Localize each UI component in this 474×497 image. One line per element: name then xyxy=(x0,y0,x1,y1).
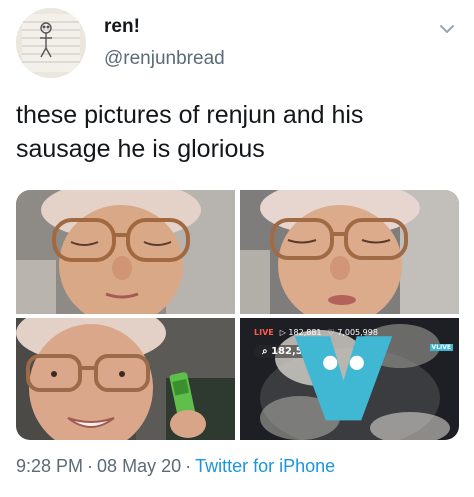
tweet-time[interactable]: 9:28 PM xyxy=(16,456,83,476)
tweet-text: these pictures of renjun and his sausage… xyxy=(16,101,364,163)
avatar[interactable] xyxy=(16,8,86,78)
doodle-avatar-icon xyxy=(16,8,86,78)
source-link[interactable]: Twitter for iPhone xyxy=(195,456,335,476)
photo-4[interactable]: LIVE ▷ 182,881 ♡ 7,005,998 ⌕ 182,598 VLIVE xyxy=(240,318,459,440)
tweet-meta: 9:28 PM · 08 May 20 · Twitter for iPhone xyxy=(16,456,335,477)
photo-3[interactable] xyxy=(16,318,235,440)
photo-1[interactable] xyxy=(16,190,235,314)
vlive-logo-icon xyxy=(294,336,393,421)
separator: · xyxy=(87,456,94,476)
tweet-date[interactable]: 08 May 20 xyxy=(97,456,181,476)
tweet-menu-button[interactable] xyxy=(436,18,458,40)
separator: · xyxy=(185,456,192,476)
photo-2[interactable] xyxy=(240,190,459,314)
photo-3-image xyxy=(16,318,235,440)
user-handle[interactable]: @renjunbread xyxy=(104,48,225,70)
chevron-down-icon xyxy=(440,25,454,33)
media-grid: LIVE ▷ 182,881 ♡ 7,005,998 ⌕ 182,598 VLIVE xyxy=(16,190,459,440)
photo-1-image xyxy=(16,190,235,314)
display-name[interactable]: ren! xyxy=(104,16,140,38)
vlive-label: VLIVE xyxy=(429,344,453,351)
photo-2-image xyxy=(240,190,459,314)
